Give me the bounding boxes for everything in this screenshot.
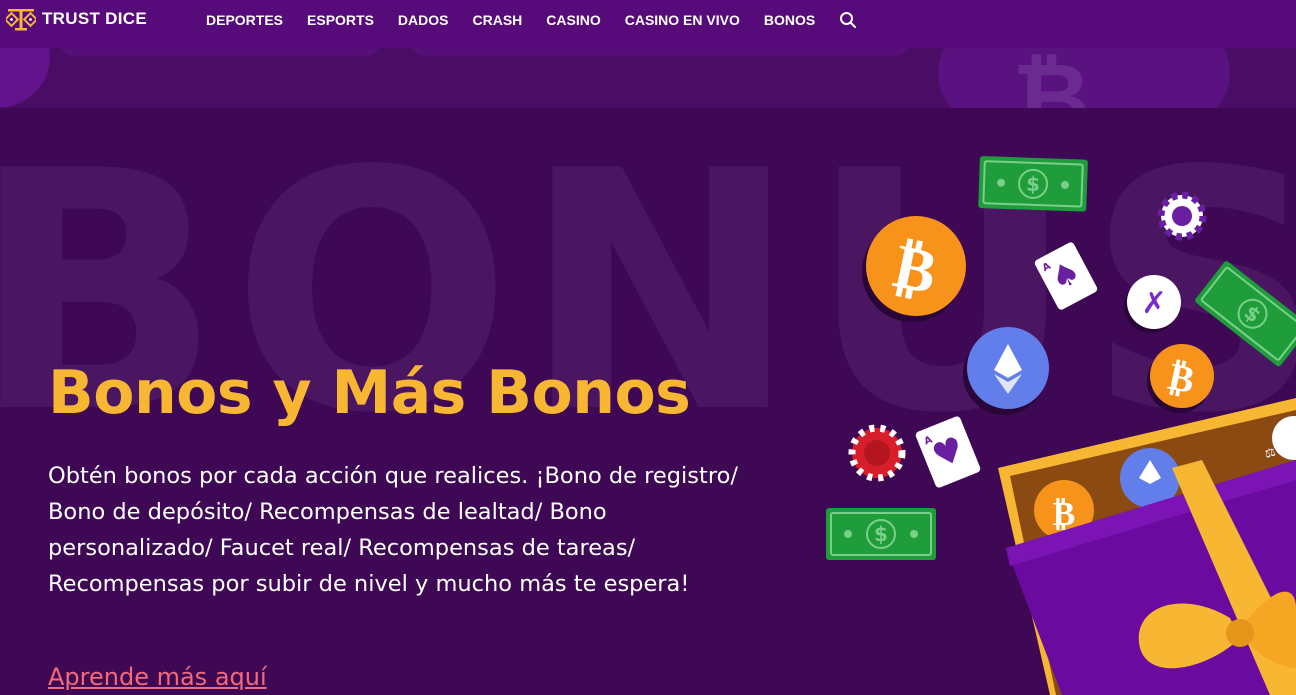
nav-deportes[interactable]: DEPORTES: [206, 12, 283, 28]
nav-casino[interactable]: CASINO: [546, 12, 600, 28]
nav-crash[interactable]: CRASH: [472, 12, 522, 28]
brand-name: TRUST DICE: [42, 9, 147, 28]
bitcoin-coin-icon: ₿: [862, 216, 966, 322]
poker-chip-icon: [1157, 191, 1207, 241]
bitcoin-ghost-icon: ₿: [1012, 48, 1091, 108]
nav-casino-en-vivo[interactable]: CASINO EN VIVO: [625, 12, 740, 28]
svg-text:✗: ✗: [1141, 286, 1166, 321]
trust-dice-logo-icon: [6, 9, 36, 31]
svg-text:$: $: [874, 522, 888, 546]
ace-of-spades-card-icon: ♠ A: [1034, 242, 1098, 310]
learn-more-link[interactable]: Aprende más aquí: [48, 663, 267, 691]
x-token-icon: ✗: [1124, 275, 1181, 333]
top-navigation-bar: TRUST DICE DEPORTES ESPORTS DADOS CRASH …: [0, 0, 1296, 48]
nav-bonos[interactable]: BONOS: [764, 12, 815, 28]
ethereum-coin-icon: [963, 327, 1049, 415]
logo[interactable]: TRUST DICE: [6, 6, 147, 32]
bitcoin-coin-icon: ₿: [1147, 344, 1214, 413]
decorative-circle: [0, 48, 50, 108]
poker-chip-icon: [848, 424, 906, 482]
dollar-bill-icon: $: [1195, 261, 1296, 367]
hero-description: Obtén bonos por cada acción que realices…: [48, 463, 738, 597]
decorative-pill: [410, 48, 910, 56]
dollar-bill-icon: $: [978, 156, 1088, 212]
main-nav: DEPORTES ESPORTS DADOS CRASH CASINO CASI…: [206, 0, 857, 40]
nav-esports[interactable]: ESPORTS: [307, 12, 374, 28]
search-icon[interactable]: [839, 11, 857, 29]
decorative-pill: [60, 48, 380, 56]
dollar-bill-icon: $: [826, 508, 936, 560]
nav-dados[interactable]: DADOS: [398, 12, 449, 28]
svg-text:$: $: [1026, 172, 1041, 196]
ace-of-hearts-card-icon: ♥ A: [915, 416, 981, 488]
gift-box-icon: ₿ ⚖: [998, 398, 1296, 695]
hero-title: Bonos y Más Bonos: [48, 358, 691, 428]
decorative-banner-strip: ₿: [0, 48, 1296, 108]
bonus-illustration: $ ₿ ♠ A ✗ $ ₿ ♥ A $ ₿ ⚖: [826, 156, 1296, 695]
